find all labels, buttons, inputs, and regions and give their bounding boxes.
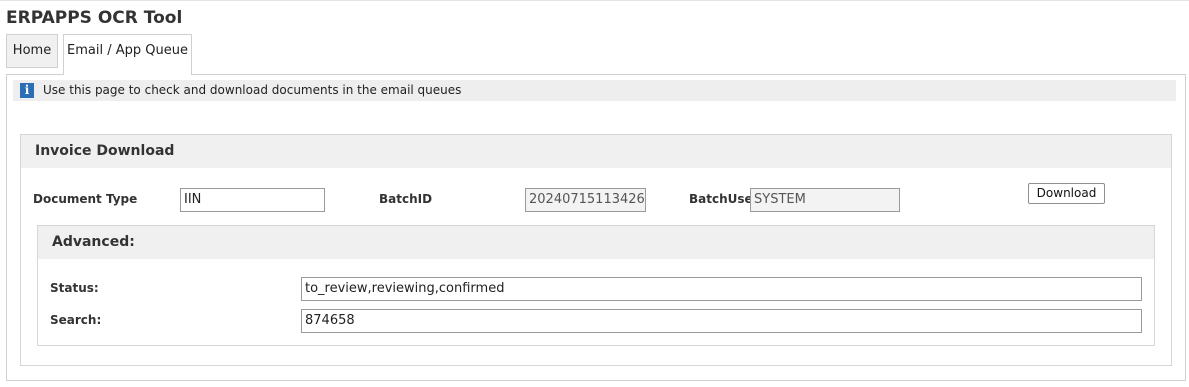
top-divider: [0, 0, 1189, 1]
batch-id-input[interactable]: 20240715113426: [525, 188, 646, 212]
batch-user-input[interactable]: SYSTEM: [750, 188, 900, 212]
batch-id-label: BatchID: [379, 192, 433, 206]
download-button[interactable]: Download: [1028, 183, 1105, 204]
status-label: Status:: [50, 281, 99, 295]
app-title: ERPAPPS OCR Tool: [6, 8, 183, 28]
document-type-input[interactable]: IIN: [180, 188, 325, 212]
search-label: Search:: [50, 313, 102, 327]
info-text: Use this page to check and download docu…: [43, 83, 462, 97]
search-input[interactable]: 874658: [301, 309, 1142, 333]
info-icon: i: [20, 83, 34, 98]
section-title: Invoice Download: [21, 135, 1171, 168]
tab-email-app-queue[interactable]: Email / App Queue: [63, 34, 192, 75]
advanced-title: Advanced:: [38, 226, 1154, 259]
info-banner: i Use this page to check and download do…: [13, 80, 1176, 101]
tab-home[interactable]: Home: [6, 34, 58, 68]
document-type-label: Document Type: [33, 192, 138, 206]
status-input[interactable]: to_review,reviewing,confirmed: [301, 277, 1142, 301]
